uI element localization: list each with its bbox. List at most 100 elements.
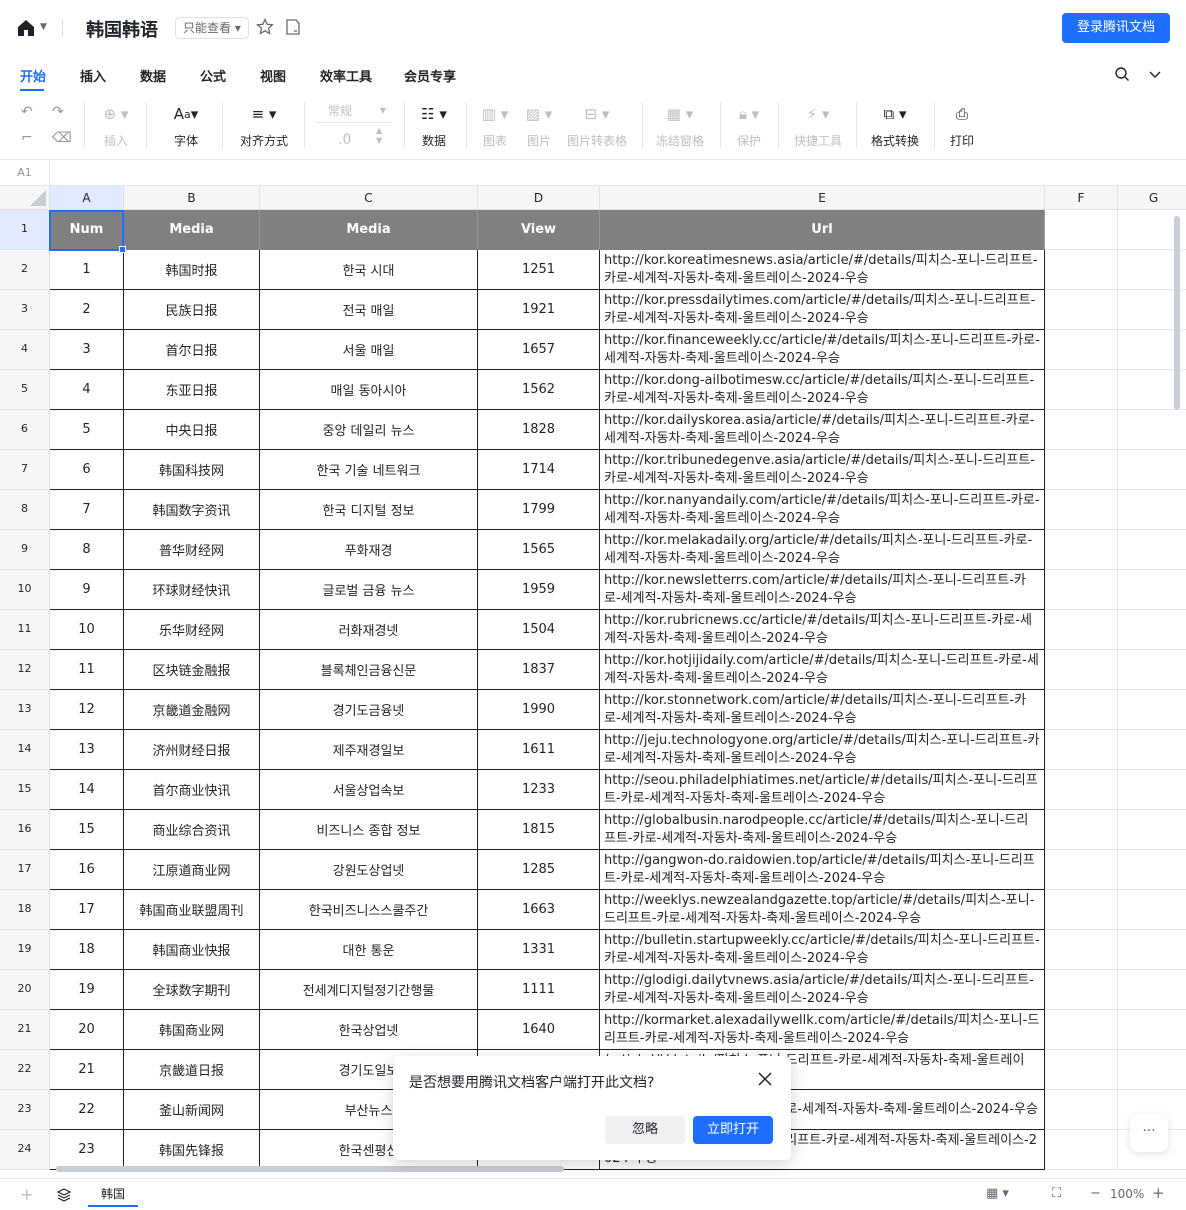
format-painter-icon[interactable]: ⌐ [21, 130, 33, 146]
empty-cell[interactable] [1045, 450, 1118, 490]
num-cell[interactable]: 22 [50, 1090, 124, 1130]
row-header[interactable]: 16 [0, 810, 50, 850]
media-kr-cell[interactable]: 대한 통운 [260, 930, 478, 970]
horizontal-scrollbar[interactable] [56, 1166, 564, 1172]
empty-cell[interactable] [1045, 850, 1118, 890]
media-kr-cell[interactable]: 중앙 데일리 뉴스 [260, 410, 478, 450]
url-cell[interactable]: http://kor.pressdailytimes.com/article/#… [600, 290, 1045, 330]
empty-cell[interactable] [1118, 810, 1186, 850]
empty-cell[interactable] [1045, 490, 1118, 530]
empty-cell[interactable] [1045, 730, 1118, 770]
row-header[interactable]: 7 [0, 450, 50, 490]
url-cell[interactable]: http://gangwon-do.raidowien.top/article/… [600, 850, 1045, 890]
url-cell[interactable]: http://kor.tribunedegenve.asia/article/#… [600, 450, 1045, 490]
empty-cell[interactable] [1118, 1010, 1186, 1050]
media-kr-cell[interactable]: 한국 디지털 정보 [260, 490, 478, 530]
row-header[interactable]: 11 [0, 610, 50, 650]
empty-cell[interactable] [1118, 930, 1186, 970]
num-cell[interactable]: 5 [50, 410, 124, 450]
media-cn-cell[interactable]: 全球数字期刊 [124, 970, 260, 1010]
media-kr-cell[interactable]: 제주재경일보 [260, 730, 478, 770]
column-title-cell[interactable]: Media [260, 210, 478, 250]
cell-reference[interactable]: A1 [0, 160, 50, 186]
column-header-b[interactable]: B [124, 186, 260, 210]
spreadsheet-grid[interactable]: A B C D E F G 1 2 3 4 5 6 7 8 9 10 11 12 13 14 15 16 17 18 19 20 21… [0, 186, 1186, 1178]
media-kr-cell[interactable]: 러화재경넷 [260, 610, 478, 650]
document-status-icon[interactable] [284, 18, 302, 36]
media-kr-cell[interactable]: 비즈니스 종합 정보 [260, 810, 478, 850]
decimal-control[interactable]: .0 ▲ ▼ [338, 126, 382, 148]
view-cell[interactable]: 1640 [478, 1010, 600, 1050]
empty-cell[interactable] [1045, 690, 1118, 730]
number-format-select[interactable]: 常规 ▼ [316, 101, 392, 123]
view-cell[interactable]: 1251 [478, 250, 600, 290]
empty-cell[interactable] [1045, 930, 1118, 970]
row-header[interactable]: 21 [0, 1010, 50, 1050]
image-to-table-button[interactable]: ⊟ ▾ 图片转表格 [567, 102, 627, 149]
media-cn-cell[interactable]: 韩国先锋报 [124, 1130, 260, 1170]
media-cn-cell[interactable]: 韩国时报 [124, 250, 260, 290]
empty-cell[interactable] [1118, 530, 1186, 570]
row-header[interactable]: 2 [0, 250, 50, 290]
media-cn-cell[interactable]: 釜山新闻网 [124, 1090, 260, 1130]
num-cell[interactable]: 21 [50, 1050, 124, 1090]
column-header-a[interactable]: A [50, 186, 124, 210]
row-header[interactable]: 20 [0, 970, 50, 1010]
view-cell[interactable]: 1111 [478, 970, 600, 1010]
media-cn-cell[interactable]: 民族日报 [124, 290, 260, 330]
media-cn-cell[interactable]: 京畿道日报 [124, 1050, 260, 1090]
row-header[interactable]: 14 [0, 730, 50, 770]
media-cn-cell[interactable]: 韩国商业网 [124, 1010, 260, 1050]
view-cell[interactable]: 1815 [478, 810, 600, 850]
home-icon[interactable] [16, 18, 36, 38]
tab-data[interactable]: 数据 [140, 66, 166, 85]
doc-title[interactable]: 韩国韩语 [86, 16, 158, 42]
column-header-c[interactable]: C [260, 186, 478, 210]
vertical-scrollbar[interactable] [1174, 216, 1180, 410]
tab-member[interactable]: 会员专享 [404, 66, 456, 85]
empty-cell[interactable] [1045, 650, 1118, 690]
row-header[interactable]: 24 [0, 1130, 50, 1170]
chevron-down-icon[interactable]: ▼ [40, 22, 47, 32]
format-convert-button[interactable]: ⧉ ▾ 格式转换 [870, 102, 920, 149]
column-header-g[interactable]: G [1118, 186, 1186, 210]
font-button[interactable]: Aa ▾ 字体 [168, 102, 204, 149]
view-cell[interactable]: 1828 [478, 410, 600, 450]
url-cell[interactable]: http://seou.philadelphiatimes.net/articl… [600, 770, 1045, 810]
fullscreen-icon[interactable]: ⛶ [1052, 1186, 1061, 1201]
media-cn-cell[interactable]: 区块链金融报 [124, 650, 260, 690]
url-cell[interactable]: http://kor.nanyandaily.com/article/#/det… [600, 490, 1045, 530]
empty-cell[interactable] [1045, 250, 1118, 290]
insert-button[interactable]: ⊕ ▾ 插入 [98, 102, 134, 149]
num-cell[interactable]: 6 [50, 450, 124, 490]
view-mode-icon[interactable]: ▦ ▾ [986, 1186, 1009, 1201]
empty-cell[interactable] [1045, 970, 1118, 1010]
column-title-cell[interactable]: Media [124, 210, 260, 250]
view-cell[interactable]: 1657 [478, 330, 600, 370]
align-button[interactable]: ≡ ▾ 对齐方式 [238, 102, 290, 149]
media-kr-cell[interactable]: 강원도상업넷 [260, 850, 478, 890]
num-cell[interactable]: 14 [50, 770, 124, 810]
num-cell[interactable]: 15 [50, 810, 124, 850]
view-cell[interactable]: 1562 [478, 370, 600, 410]
num-cell[interactable]: 12 [50, 690, 124, 730]
empty-cell[interactable] [1045, 1130, 1118, 1170]
empty-cell[interactable] [1118, 410, 1186, 450]
url-cell[interactable]: http://kormarket.alexadailywellk.com/art… [600, 1010, 1045, 1050]
num-cell[interactable]: 17 [50, 890, 124, 930]
search-icon[interactable] [1114, 66, 1130, 82]
num-cell[interactable]: 19 [50, 970, 124, 1010]
media-cn-cell[interactable]: 中央日报 [124, 410, 260, 450]
open-now-button[interactable]: 立即打开 [693, 1116, 773, 1144]
media-kr-cell[interactable]: 글로벌 금융 뉴스 [260, 570, 478, 610]
zoom-in-button[interactable]: + [1152, 1184, 1165, 1202]
url-cell[interactable]: http://weeklys.newzealandgazette.top/art… [600, 890, 1045, 930]
protect-button[interactable]: 🔒︎ ▾ 保护 [736, 102, 762, 149]
num-cell[interactable]: 11 [50, 650, 124, 690]
row-header[interactable]: 5 [0, 370, 50, 410]
column-title-cell[interactable]: Num [50, 210, 124, 250]
view-cell[interactable]: 1990 [478, 690, 600, 730]
media-cn-cell[interactable]: 普华财经网 [124, 530, 260, 570]
empty-cell[interactable] [1045, 1010, 1118, 1050]
media-cn-cell[interactable]: 首尔商业快讯 [124, 770, 260, 810]
